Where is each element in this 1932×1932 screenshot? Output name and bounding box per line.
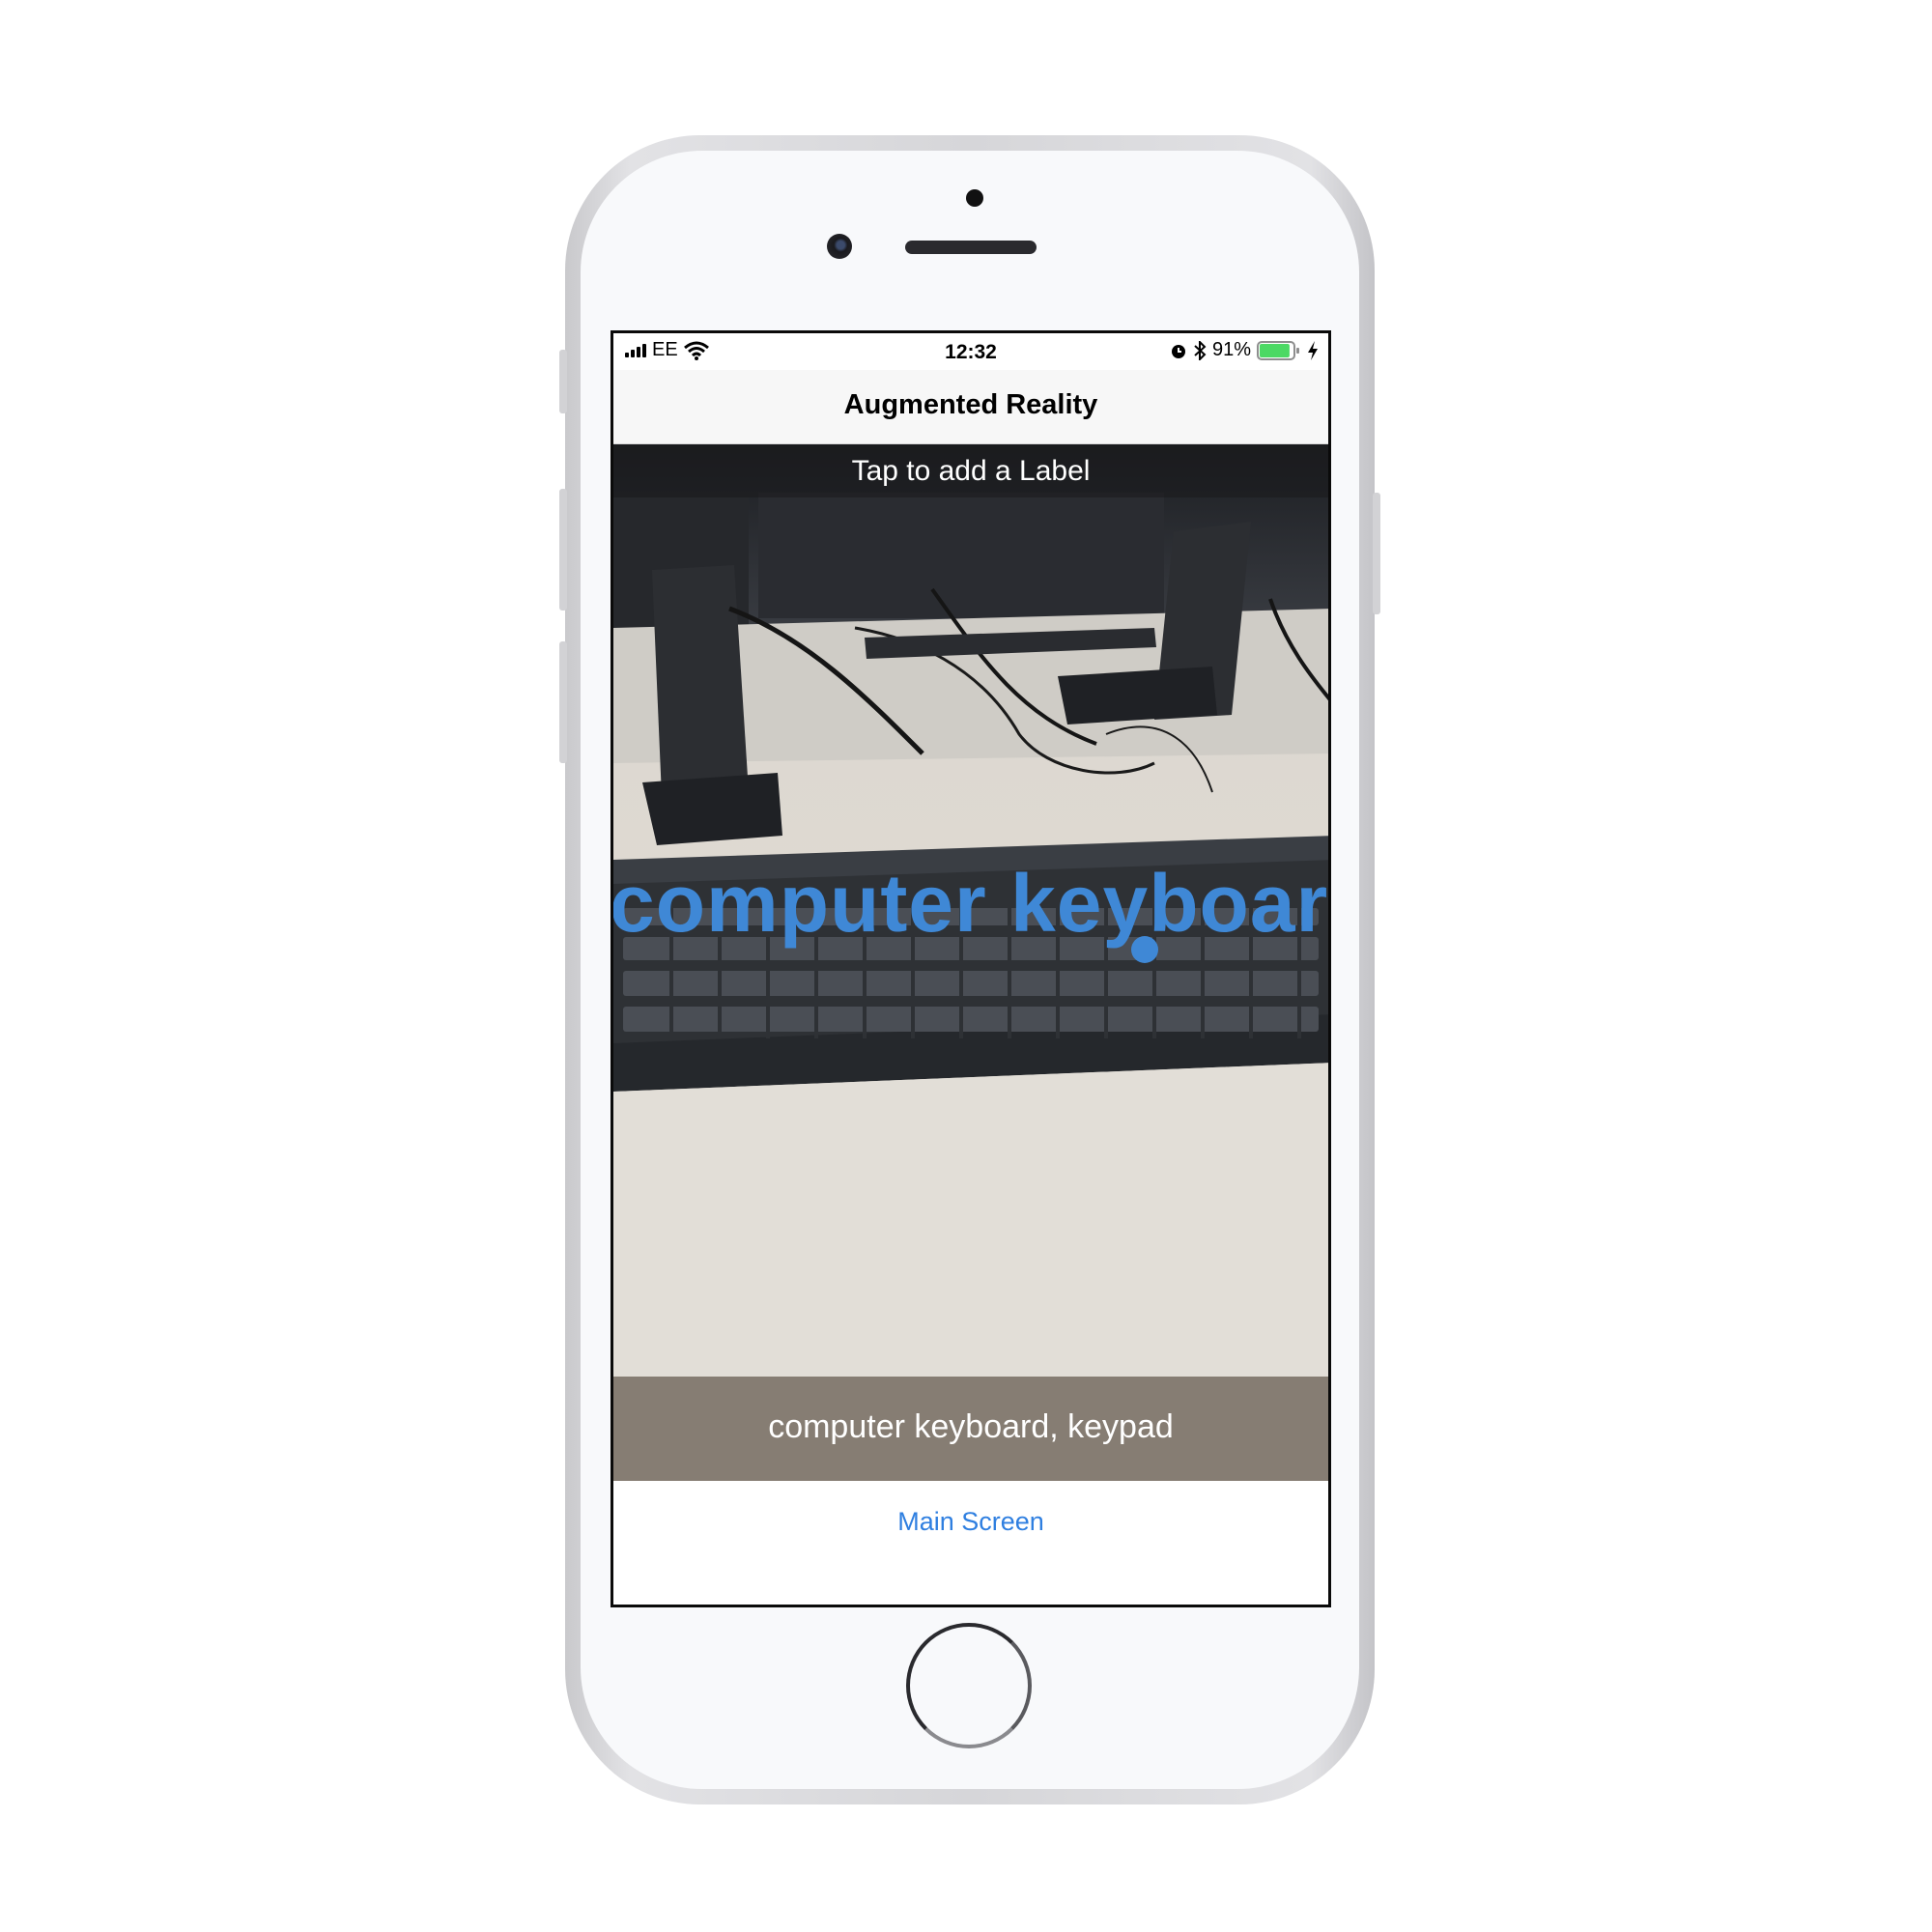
- classification-bar: computer keyboard, keypad: [613, 1377, 1328, 1481]
- volume-down-button: [559, 641, 567, 763]
- front-camera: [827, 234, 852, 259]
- status-right: 91%: [1170, 339, 1319, 361]
- earpiece-speaker: [905, 241, 1037, 254]
- home-button[interactable]: [906, 1623, 1032, 1748]
- ar-camera-view[interactable]: Tap to add a Label computer keyboard: [613, 444, 1328, 1377]
- battery-percent: 91%: [1211, 339, 1251, 360]
- charging-icon: [1308, 340, 1318, 360]
- page-title: Augmented Reality: [843, 389, 1098, 420]
- ar-anchor-dot: [1131, 936, 1158, 963]
- classification-result: computer keyboard, keypad: [768, 1408, 1174, 1445]
- navigation-bar: Augmented Reality: [613, 370, 1328, 444]
- main-screen-button[interactable]: Main Screen: [613, 1507, 1328, 1537]
- bluetooth-icon: [1194, 340, 1207, 360]
- ar-3d-label: computer keyboard: [613, 858, 1328, 949]
- volume-up-button: [559, 489, 567, 611]
- battery-icon: [1257, 340, 1299, 360]
- phone-screen: EE 12:32 91% Augmented Reality Tap to ad…: [611, 330, 1331, 1607]
- alarm-icon: [1171, 344, 1185, 358]
- power-button: [1373, 493, 1380, 614]
- mute-switch: [559, 350, 567, 413]
- tap-hint-banner: Tap to add a Label: [613, 444, 1328, 497]
- status-bar: EE 12:32 91%: [613, 333, 1328, 370]
- proximity-sensor: [966, 189, 983, 207]
